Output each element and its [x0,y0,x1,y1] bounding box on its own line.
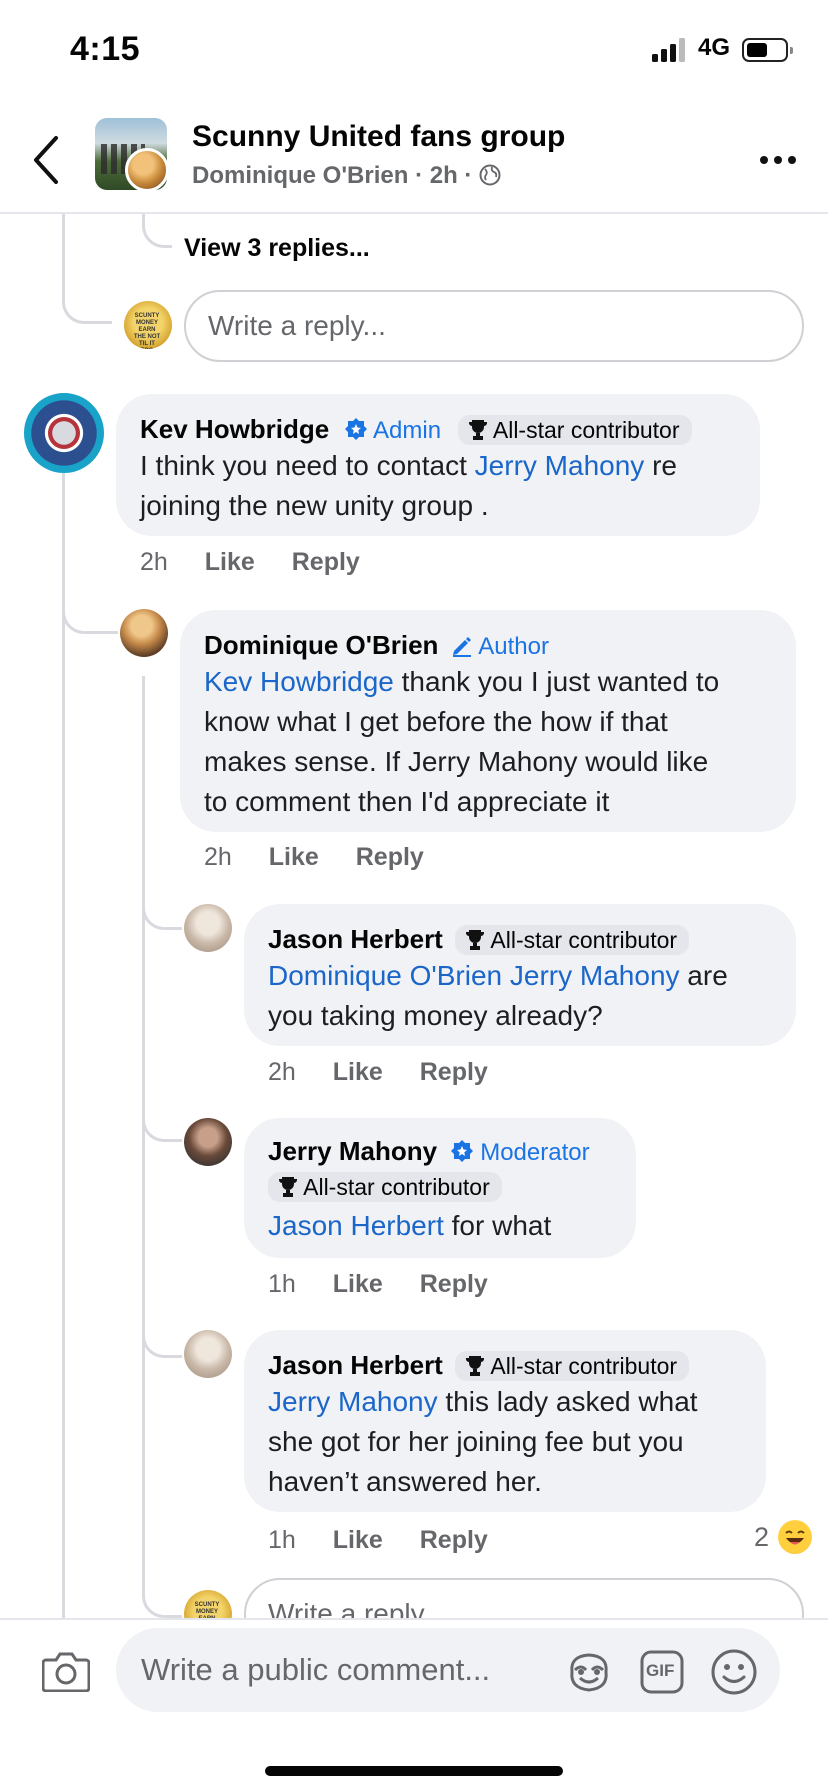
thread-connector [142,860,182,930]
post-author[interactable]: Dominique O'Brien [192,162,408,189]
header-divider [0,212,828,214]
thread-connector [62,290,112,324]
network-type: 4G [698,34,731,61]
jason-avatar[interactable] [184,1330,232,1378]
mention-link[interactable]: Jerry Mahony [268,1386,438,1417]
trophy-icon [279,1177,297,1197]
comment-time: 2h [140,548,168,576]
thread-line [142,676,145,1598]
comment-time: 2h [268,1058,296,1086]
gif-button[interactable]: GIF [640,1650,684,1694]
author-badge: Author [451,633,549,660]
commenter-name[interactable]: Jason Herbert [268,1350,443,1380]
emoji-icon[interactable] [710,1648,758,1696]
allstar-badge: All-star contributor [455,1351,690,1381]
commenter-name[interactable]: Dominique O'Brien [204,630,438,660]
like-button[interactable]: Like [333,1270,383,1298]
jason-avatar[interactable] [184,904,232,952]
globe-icon [479,164,501,186]
reply-button[interactable]: Reply [356,843,424,871]
thread-connector [142,1080,182,1142]
back-arrow-icon[interactable] [32,135,62,185]
group-avatar[interactable] [95,118,167,190]
comment-bubble: Jason Herbert All-star contributor Domin… [244,904,796,1046]
like-button[interactable]: Like [333,1058,383,1086]
mention-link[interactable]: Jerry Mahony [475,450,645,481]
commenter-name[interactable]: Jerry Mahony [268,1136,437,1166]
comment-bubble: Kev Howbridge Admin All-star contributor… [116,394,760,536]
comment-actions: 1h Like Reply [268,1270,488,1299]
group-title[interactable]: Scunny United fans group [192,120,565,154]
dominique-avatar[interactable] [120,609,168,657]
trophy-icon [466,930,485,950]
avatar-sticker-icon[interactable] [566,1650,612,1694]
comment-bubble: Dominique O'Brien Author Kev Howbridge t… [180,610,796,832]
admin-shield-icon [344,418,367,440]
like-button[interactable]: Like [333,1526,383,1554]
thread-line [62,470,65,1618]
signal-icon [652,38,685,62]
comment-bubble: Jerry Mahony Moderator All-star contribu… [244,1118,636,1258]
moderator-shield-icon [450,1140,473,1162]
allstar-badge: All-star contributor [455,925,690,955]
reply-button[interactable]: Reply [420,1270,488,1298]
jerry-avatar[interactable] [184,1118,232,1166]
reply-button[interactable]: Reply [420,1526,488,1554]
thread-connector [142,1560,182,1618]
pencil-icon [452,637,471,657]
moderator-badge: Moderator [450,1139,590,1166]
reply-button[interactable]: Reply [292,548,360,576]
thread-connector [142,214,172,248]
composer-placeholder: Write a public comment... [141,1652,491,1687]
comment-time: 2h [204,843,232,871]
reply-input[interactable]: Write a reply... [184,290,804,362]
thread-connector [142,1300,182,1358]
camera-icon[interactable] [42,1650,90,1692]
comment-text: Jason Herbert for what [268,1210,552,1241]
comment-actions: 2h Like Reply [140,548,360,577]
mention-link[interactable]: Dominique O'Brien Jerry Mahony [268,960,680,991]
allstar-badge: All-star contributor [457,415,692,445]
comment-text: Dominique O'Brien Jerry Mahony are you t… [268,960,728,1031]
admin-badge: Admin [344,417,448,444]
comment-time: 1h [268,1526,296,1554]
reaction-count[interactable]: 2 [754,1522,769,1553]
status-time: 4:15 [70,30,141,68]
comment-text: Jerry Mahony this lady asked what she go… [268,1386,698,1497]
kev-avatar[interactable] [24,393,104,473]
comment-text: Kev Howbridge thank you I just wanted to… [204,666,720,817]
comment-actions: 2h Like Reply [204,843,424,872]
laughing-emoji-icon[interactable] [778,1520,812,1554]
post-time: 2h [429,162,458,189]
view-replies-link[interactable]: View 3 replies... [184,234,370,263]
comment-bubble: Jason Herbert All-star contributor Jerry… [244,1330,766,1512]
mention-link[interactable]: Jason Herbert [268,1210,444,1241]
battery-icon [742,38,793,62]
author-mini-avatar [125,148,167,190]
more-options-icon[interactable] [758,148,798,172]
comment-text: I think you need to contact Jerry Mahony… [140,450,677,521]
mention-link[interactable]: Kev Howbridge [204,666,394,697]
current-user-avatar: SCUNTY MONEY EARN THE NOT TIL IT TOO [124,301,172,349]
comment-actions: 1h Like Reply [268,1526,488,1555]
allstar-badge: All-star contributor [268,1172,502,1202]
trophy-icon [468,420,487,440]
post-meta: Dominique O'Brien · 2h · [192,162,501,190]
reply-button[interactable]: Reply [420,1058,488,1086]
commenter-name[interactable]: Jason Herbert [268,924,443,954]
comment-time: 1h [268,1270,296,1298]
like-button[interactable]: Like [205,548,255,576]
like-button[interactable]: Like [269,843,319,871]
thread-connector [62,590,118,634]
commenter-name[interactable]: Kev Howbridge [140,414,329,444]
trophy-icon [466,1356,485,1376]
comment-actions: 2h Like Reply [268,1058,488,1087]
home-indicator [265,1766,563,1776]
